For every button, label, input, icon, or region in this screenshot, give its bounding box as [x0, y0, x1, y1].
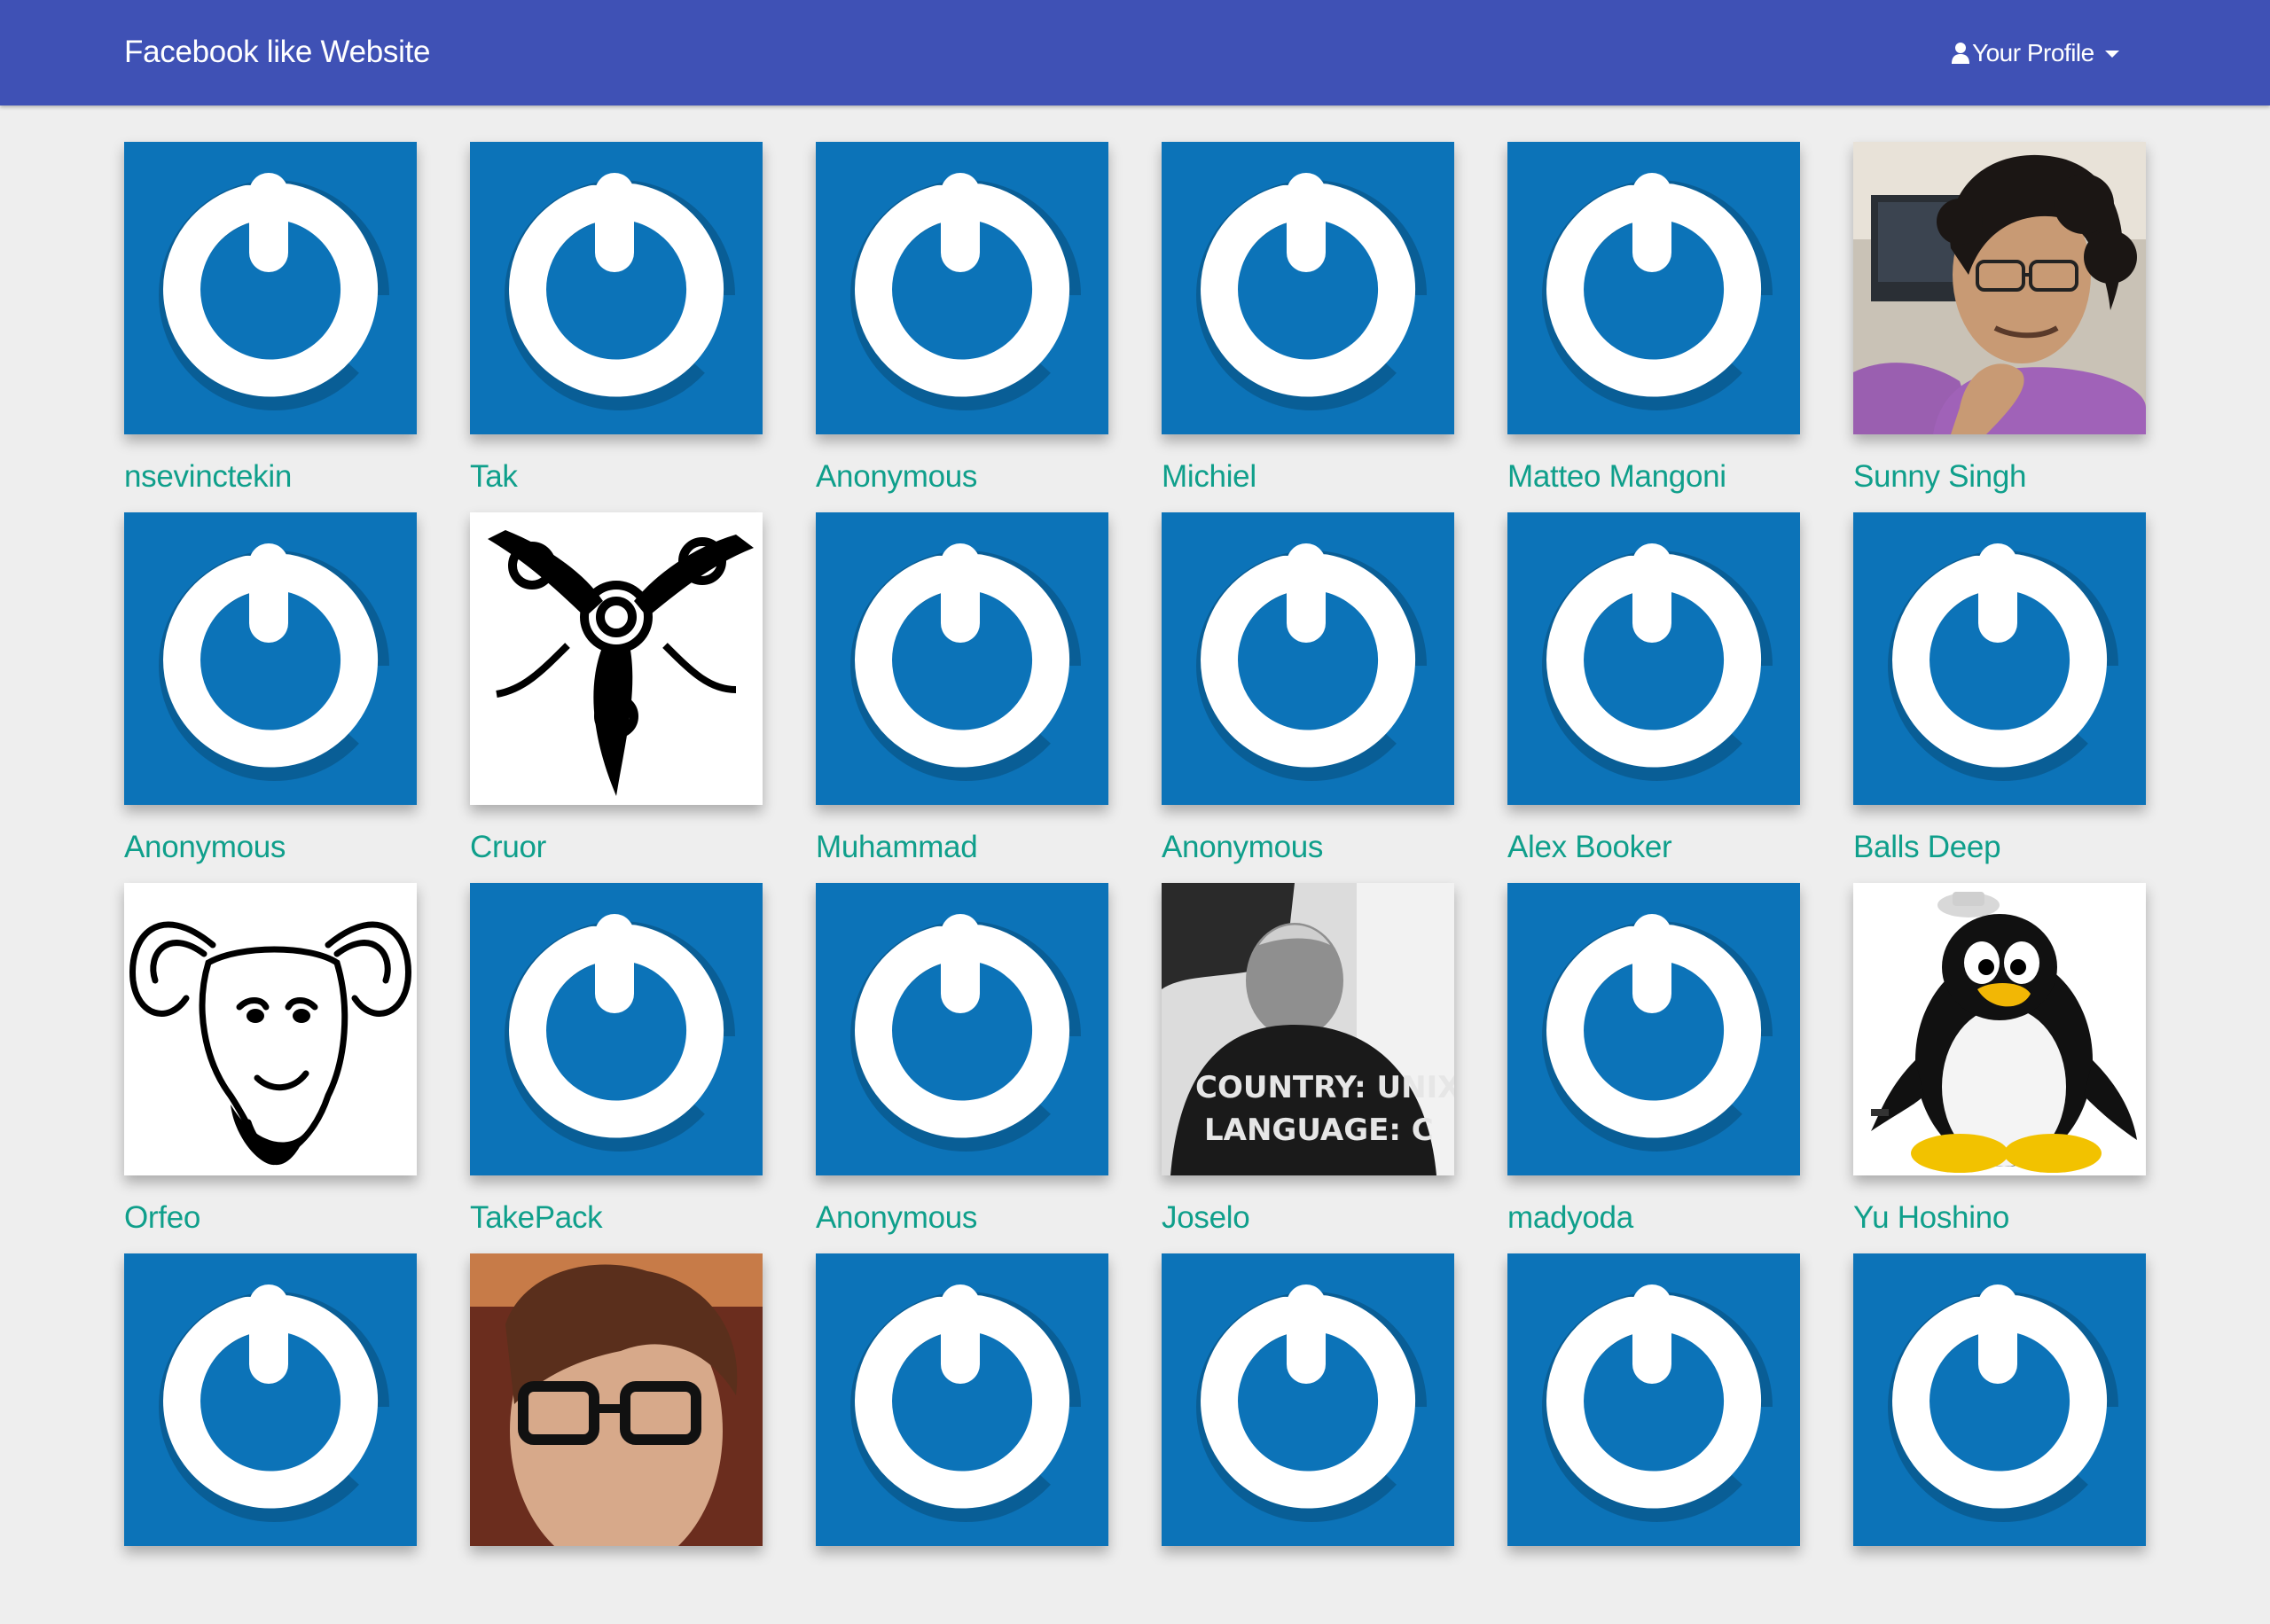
photo-man-glasses-image — [1853, 142, 2146, 434]
user-avatar[interactable] — [1853, 142, 2146, 434]
user-name-link[interactable]: Muhammad — [816, 826, 978, 869]
default-avatar-icon — [1507, 142, 1800, 434]
user-card — [1853, 1253, 2146, 1624]
user-avatar[interactable] — [124, 142, 417, 434]
top-navbar: Facebook like Website Your Profile — [0, 0, 2270, 105]
user-avatar[interactable] — [1507, 883, 1800, 1175]
default-avatar-icon — [124, 512, 417, 805]
photo-unix-shirt-image: COUNTRY: UNIX LANGUAGE: C — [1162, 883, 1454, 1175]
user-card — [1162, 1253, 1454, 1624]
user-avatar[interactable] — [1162, 512, 1454, 805]
default-avatar-icon — [816, 1253, 1108, 1546]
user-card: Anonymous — [1162, 512, 1454, 883]
user-avatar[interactable] — [470, 512, 763, 805]
profile-dropdown[interactable]: Your Profile — [1951, 34, 2119, 73]
user-name-link[interactable]: Tak — [470, 456, 518, 498]
profile-label: Your Profile — [1972, 39, 2094, 66]
user-avatar[interactable] — [1507, 142, 1800, 434]
default-avatar-icon — [124, 142, 417, 434]
triskele-tattoo-image — [470, 512, 763, 805]
user-name-link[interactable]: TakePack — [470, 1197, 603, 1239]
user-avatar[interactable] — [470, 1253, 763, 1546]
user-card — [816, 1253, 1108, 1624]
default-avatar-icon — [1853, 1253, 2146, 1546]
user-avatar[interactable] — [1507, 1253, 1800, 1546]
user-card — [470, 1253, 763, 1624]
user-card: Muhammad — [816, 512, 1108, 883]
user-avatar[interactable] — [124, 883, 417, 1175]
user-card: COUNTRY: UNIX LANGUAGE: C Joselo — [1162, 883, 1454, 1253]
user-name-link[interactable]: Anonymous — [1162, 826, 1323, 869]
user-name-link[interactable]: madyoda — [1507, 1197, 1633, 1239]
default-avatar-icon — [470, 883, 763, 1175]
user-card: Matteo Mangoni — [1507, 142, 1800, 512]
default-avatar-icon — [470, 142, 763, 434]
default-avatar-icon — [1853, 512, 2146, 805]
user-name-link[interactable]: Balls Deep — [1853, 826, 2001, 869]
user-avatar[interactable] — [816, 512, 1108, 805]
user-avatar[interactable] — [470, 142, 763, 434]
user-card: Tak — [470, 142, 763, 512]
brand-link[interactable]: Facebook like Website — [124, 32, 430, 73]
user-card: Alex Booker — [1507, 512, 1800, 883]
user-avatar[interactable] — [816, 142, 1108, 434]
user-card — [124, 1253, 417, 1624]
user-card: nsevinctekin — [124, 142, 417, 512]
user-name-link[interactable]: Anonymous — [816, 456, 977, 498]
default-avatar-icon — [1507, 512, 1800, 805]
user-card: TakePack — [470, 883, 763, 1253]
user-avatar[interactable]: COUNTRY: UNIX LANGUAGE: C — [1162, 883, 1454, 1175]
user-card: Michiel — [1162, 142, 1454, 512]
default-avatar-icon — [1162, 142, 1454, 434]
user-avatar[interactable] — [1162, 142, 1454, 434]
user-avatar[interactable] — [1507, 512, 1800, 805]
user-avatar[interactable] — [1853, 1253, 2146, 1546]
default-avatar-icon — [1162, 1253, 1454, 1546]
user-avatar[interactable] — [1853, 883, 2146, 1175]
user-icon — [1952, 43, 1969, 64]
user-grid: nsevinctekin Tak Anonymous Michiel Matte… — [124, 142, 2146, 1624]
user-card: Anonymous — [816, 142, 1108, 512]
user-card: Sunny Singh — [1853, 142, 2146, 512]
default-avatar-icon — [816, 883, 1108, 1175]
user-card: madyoda — [1507, 883, 1800, 1253]
user-avatar[interactable] — [124, 512, 417, 805]
user-name-link[interactable]: Cruor — [470, 826, 546, 869]
tux-penguin-image — [1853, 883, 2146, 1175]
user-card: Balls Deep — [1853, 512, 2146, 883]
user-name-link[interactable]: nsevinctekin — [124, 456, 292, 498]
user-card: Yu Hoshino — [1853, 883, 2146, 1253]
user-avatar[interactable] — [470, 883, 763, 1175]
user-name-link[interactable]: Joselo — [1162, 1197, 1250, 1239]
user-card: Orfeo — [124, 883, 417, 1253]
user-avatar[interactable] — [1853, 512, 2146, 805]
user-name-link[interactable]: Sunny Singh — [1853, 456, 2026, 498]
user-avatar[interactable] — [1162, 1253, 1454, 1546]
default-avatar-icon — [1507, 1253, 1800, 1546]
user-card: Cruor — [470, 512, 763, 883]
user-avatar[interactable] — [816, 883, 1108, 1175]
user-card — [1507, 1253, 1800, 1624]
photo-person-glasses-image — [470, 1253, 763, 1546]
user-card: Anonymous — [816, 883, 1108, 1253]
user-avatar[interactable] — [124, 1253, 417, 1546]
user-avatar[interactable] — [816, 1253, 1108, 1546]
shirt-text-line-1: COUNTRY: UNIX — [1195, 1070, 1454, 1105]
shirt-text-line-2: LANGUAGE: C — [1204, 1113, 1434, 1148]
user-name-link[interactable]: Alex Booker — [1507, 826, 1672, 869]
default-avatar-icon — [816, 142, 1108, 434]
default-avatar-icon — [1162, 512, 1454, 805]
user-name-link[interactable]: Matteo Mangoni — [1507, 456, 1726, 498]
default-avatar-icon — [1507, 883, 1800, 1175]
caret-down-icon — [2104, 51, 2119, 58]
default-avatar-icon — [124, 1253, 417, 1546]
user-name-link[interactable]: Michiel — [1162, 456, 1256, 498]
gnu-head-image — [124, 883, 417, 1175]
user-name-link[interactable]: Anonymous — [124, 826, 286, 869]
user-name-link[interactable]: Orfeo — [124, 1197, 200, 1239]
user-name-link[interactable]: Yu Hoshino — [1853, 1197, 2009, 1239]
default-avatar-icon — [816, 512, 1108, 805]
user-name-link[interactable]: Anonymous — [816, 1197, 977, 1239]
user-card: Anonymous — [124, 512, 417, 883]
